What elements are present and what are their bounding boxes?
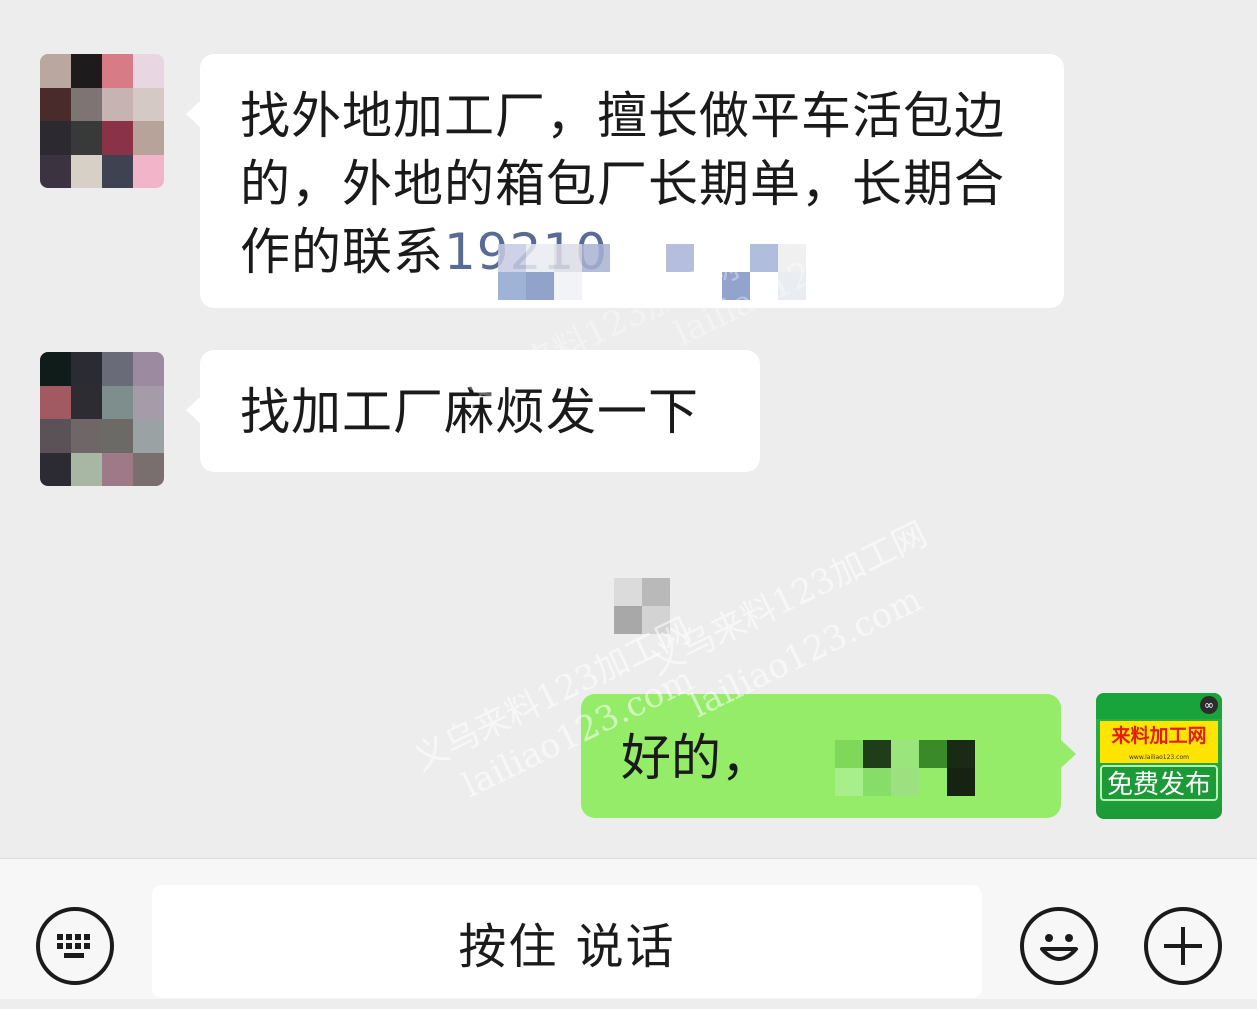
mosaic-tile [835, 768, 863, 796]
mosaic-tile [71, 54, 102, 88]
message-bubble-received[interactable]: 找加工厂麻烦发一下 [186, 350, 760, 472]
watermark: 义乌来料123加工网 [643, 514, 934, 684]
mosaic-tile [498, 244, 526, 272]
mosaic-tile [554, 244, 582, 272]
mosaic-tile [133, 385, 164, 419]
mosaic-tile [778, 272, 806, 300]
mosaic-tile [722, 272, 750, 300]
redaction-mosaic [835, 740, 975, 796]
mosaic-tile [694, 244, 722, 272]
mosaic-tile [582, 272, 610, 300]
mosaic-tile [694, 272, 722, 300]
mosaic-tile [614, 606, 642, 634]
mosaic-tile [133, 121, 164, 155]
mosaic-tile [610, 272, 638, 300]
mosaic-tile [526, 244, 554, 272]
mosaic-tile [133, 54, 164, 88]
avatar-brand: 来料加工网 [1100, 721, 1218, 753]
self-avatar[interactable]: ∞ 来料加工网 www.lailiao123.com 免费发布 [1096, 693, 1222, 819]
mosaic-tile [40, 352, 71, 386]
mosaic-tile [40, 54, 71, 88]
mosaic-tile [102, 385, 133, 419]
redaction-mosaic [498, 244, 806, 300]
mosaic-tile [614, 578, 642, 606]
mosaic-tile [40, 87, 71, 121]
mosaic-tile [666, 244, 694, 272]
mosaic-tile [133, 419, 164, 453]
mosaic-tile [71, 385, 102, 419]
mosaic-tile [582, 244, 610, 272]
mosaic-tile [71, 419, 102, 453]
mosaic-tile [133, 87, 164, 121]
mosaic-tile [863, 740, 891, 768]
mosaic-tile [71, 121, 102, 155]
mosaic-tile [642, 606, 670, 634]
avatar-url: www.lailiao123.com [1100, 753, 1218, 763]
mosaic-tile [133, 154, 164, 188]
emoji-icon[interactable] [1020, 907, 1098, 985]
message-bubble-sent[interactable]: 好的， [581, 694, 1076, 818]
mosaic-tile [778, 244, 806, 272]
mosaic-tile [919, 768, 947, 796]
mosaic-tile [526, 272, 554, 300]
plus-icon[interactable] [1144, 907, 1222, 985]
keyboard-icon[interactable] [36, 907, 114, 985]
mosaic-tile [40, 452, 71, 486]
mosaic-tile [102, 154, 133, 188]
mosaic-tile [71, 452, 102, 486]
mosaic-tile [863, 768, 891, 796]
mosaic-tile [102, 419, 133, 453]
mosaic-tile [891, 768, 919, 796]
mosaic-tile [638, 244, 666, 272]
mosaic-tile [40, 419, 71, 453]
mosaic-tile [133, 352, 164, 386]
mosaic-tile [40, 121, 71, 155]
mosaic-tile [133, 452, 164, 486]
mosaic-tile [835, 740, 863, 768]
redaction-mosaic [614, 578, 670, 634]
mosaic-tile [102, 87, 133, 121]
mosaic-tile [750, 272, 778, 300]
mosaic-tile [554, 272, 582, 300]
hold-to-talk-button[interactable]: 按住 说话 [152, 885, 982, 998]
mosaic-tile [498, 272, 526, 300]
mosaic-tile [947, 740, 975, 768]
contact-avatar[interactable] [40, 352, 164, 486]
mosaic-tile [102, 452, 133, 486]
mosaic-tile [891, 740, 919, 768]
link-icon: ∞ [1200, 696, 1218, 714]
avatar-cta: 免费发布 [1100, 765, 1218, 801]
mosaic-tile [722, 244, 750, 272]
mosaic-tile [71, 154, 102, 188]
mosaic-tile [40, 154, 71, 188]
message-text: 找加工厂麻烦发一下 [240, 383, 699, 441]
mosaic-tile [919, 740, 947, 768]
mosaic-tile [750, 244, 778, 272]
message-text: 好的， [621, 729, 771, 787]
mosaic-tile [947, 768, 975, 796]
mosaic-tile [71, 352, 102, 386]
chat-area[interactable]: 找外地加工厂，擅长做平车活包边的，外地的箱包厂长期单，长期合作的联系19210 … [0, 0, 1257, 858]
contact-avatar[interactable] [40, 54, 164, 188]
mosaic-tile [666, 272, 694, 300]
mosaic-tile [71, 87, 102, 121]
input-bar: 按住 说话 [0, 858, 1257, 999]
mosaic-tile [610, 244, 638, 272]
mosaic-tile [102, 352, 133, 386]
mosaic-tile [642, 578, 670, 606]
mosaic-tile [102, 54, 133, 88]
mosaic-tile [638, 272, 666, 300]
mosaic-tile [40, 385, 71, 419]
mosaic-tile [102, 121, 133, 155]
